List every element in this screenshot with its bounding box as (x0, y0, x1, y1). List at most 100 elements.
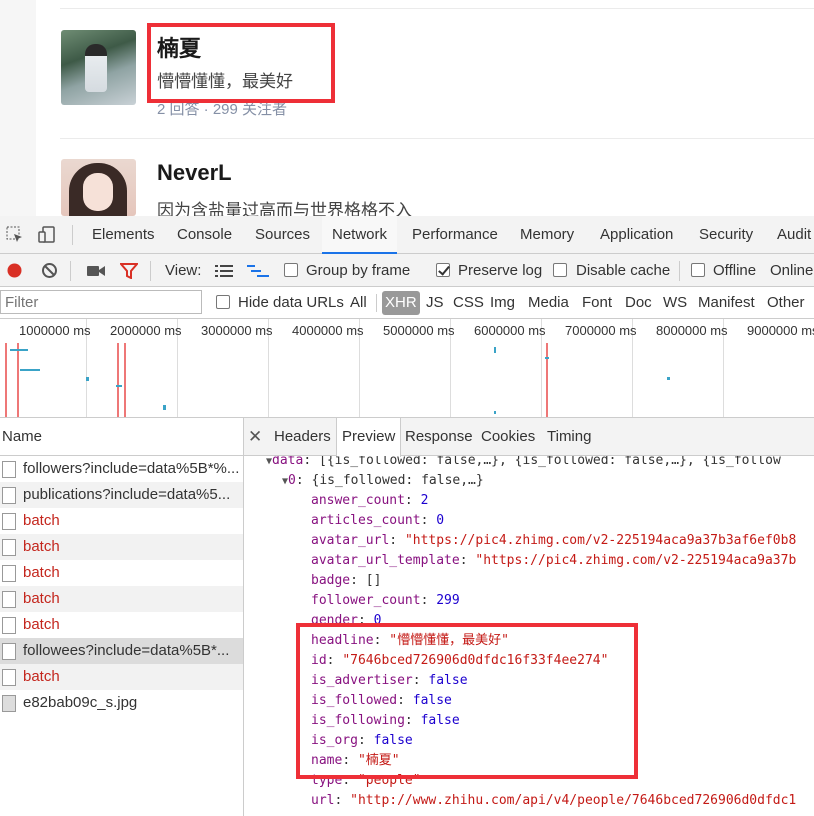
offline-checkbox[interactable] (691, 263, 705, 277)
request-name: batch (23, 564, 60, 581)
avatar[interactable] (61, 30, 136, 105)
request-row[interactable]: batch (0, 534, 243, 560)
device-toolbar-icon[interactable] (38, 226, 56, 244)
user-list-card (36, 0, 814, 216)
load-event-marker (546, 343, 548, 417)
inspect-element-icon[interactable] (6, 226, 24, 244)
hide-data-urls-checkbox[interactable] (216, 295, 230, 309)
request-row[interactable]: batch (0, 560, 243, 586)
tab-performance[interactable]: Performance (412, 216, 498, 254)
separator (679, 261, 680, 281)
request-name: e82bab09c_s.jpg (23, 694, 138, 711)
tab-timing[interactable]: Timing (547, 418, 591, 456)
waterfall-overview-icon[interactable] (247, 265, 269, 277)
json-row-data[interactable]: ▼data: [{is_followed: false,…}, {is_foll… (266, 456, 781, 471)
filter-type-font[interactable]: Font (582, 287, 612, 319)
tab-headers[interactable]: Headers (274, 418, 331, 456)
avatar-figure (85, 44, 107, 92)
tab-security[interactable]: Security (699, 216, 753, 254)
request-row[interactable]: followers?include=data%5B*%... (0, 456, 243, 482)
divider (60, 8, 814, 9)
name-column-header[interactable]: Name (0, 418, 243, 456)
offline-label: Offline (713, 262, 757, 279)
filter-type-doc[interactable]: Doc (625, 287, 652, 319)
timeline-tick-label: 6000000 ms (474, 323, 546, 338)
tab-console[interactable]: Console (177, 216, 232, 254)
json-row: follower_count: 299 (311, 593, 460, 608)
request-row[interactable]: batch (0, 612, 243, 638)
request-name: batch (23, 512, 60, 529)
user-name[interactable]: NeverL (157, 160, 232, 186)
request-bar (667, 377, 670, 380)
filter-type-manifest[interactable]: Manifest (698, 287, 755, 319)
request-row[interactable]: batch (0, 586, 243, 612)
filter-type-media[interactable]: Media (528, 287, 569, 319)
user-meta: 2 回答 · 299 关注者 (157, 101, 288, 118)
zhihu-page: 楠夏 懵懵懂懂，最美好 2 回答 · 299 关注者 NeverL 因为含盐量过… (0, 0, 814, 216)
tab-response[interactable]: Response (405, 418, 473, 456)
filter-type-xhr[interactable]: XHR (382, 291, 420, 315)
timeline-tick-label: 3000000 ms (201, 323, 273, 338)
filter-type-other[interactable]: Other (767, 287, 805, 319)
tab-preview[interactable]: Preview (336, 418, 402, 457)
filter-type-img[interactable]: Img (490, 287, 515, 319)
clear-icon[interactable] (41, 262, 58, 279)
json-row: headline: "懵懵懂懂，最美好" (311, 633, 509, 648)
tab-sources[interactable]: Sources (255, 216, 310, 254)
throttling-select[interactable]: Online (770, 254, 813, 287)
request-bar (494, 411, 496, 414)
request-row[interactable]: publications?include=data%5... (0, 482, 243, 508)
request-row-selected[interactable]: followees?include=data%5B*... (0, 638, 243, 664)
filter-type-ws[interactable]: WS (663, 287, 687, 319)
filter-type-css[interactable]: CSS (453, 287, 484, 319)
filter-type-js[interactable]: JS (426, 287, 444, 319)
timeline-tick-label: 1000000 ms (19, 323, 91, 338)
request-row[interactable]: e82bab09c_s.jpg (0, 690, 243, 716)
request-row[interactable]: batch (0, 664, 243, 690)
tab-elements[interactable]: Elements (92, 216, 155, 254)
screenshot-camera-icon[interactable] (87, 264, 105, 277)
preserve-log-checkbox[interactable] (436, 263, 450, 277)
file-icon (2, 539, 16, 556)
request-bar (545, 357, 549, 359)
request-list: Name followers?include=data%5B*%... publ… (0, 418, 244, 816)
request-detail-panel: ✕ Headers Preview Response Cookies Timin… (244, 418, 814, 816)
timeline-tick-label: 2000000 ms (110, 323, 182, 338)
avatar-face (83, 173, 113, 211)
tab-application[interactable]: Application (600, 216, 673, 254)
filter-type-all[interactable]: All (350, 287, 367, 319)
filter-icon[interactable] (120, 263, 138, 279)
json-row: is_following: false (311, 713, 460, 728)
json-row-item0[interactable]: ▼0: {is_followed: false,…} (282, 471, 484, 491)
separator (70, 261, 71, 281)
json-row: url: "http://www.zhihu.com/api/v4/people… (311, 793, 797, 808)
tab-memory[interactable]: Memory (520, 216, 574, 254)
large-rows-icon[interactable] (215, 265, 233, 277)
tab-cookies[interactable]: Cookies (481, 418, 535, 456)
devtools-panel: Elements Console Sources Network Perform… (0, 216, 814, 816)
network-overview-timeline[interactable]: 1000000 ms 2000000 ms 3000000 ms 4000000… (0, 319, 814, 418)
request-name: followers?include=data%5B*%... (23, 460, 240, 477)
tab-network[interactable]: Network (322, 216, 398, 254)
request-name: followees?include=data%5B*... (23, 642, 230, 659)
timeline-tick-label: 9000000 ms (747, 323, 814, 338)
close-icon[interactable]: ✕ (248, 418, 262, 456)
image-file-icon (2, 695, 16, 712)
detail-tabbar: ✕ Headers Preview Response Cookies Timin… (244, 418, 814, 457)
request-row[interactable]: batch (0, 508, 243, 534)
disable-cache-checkbox[interactable] (553, 263, 567, 277)
request-name: batch (23, 590, 60, 607)
group-by-frame-label: Group by frame (306, 262, 411, 279)
separator (376, 294, 377, 312)
json-row: articles_count: 0 (311, 513, 445, 528)
file-icon (2, 461, 16, 478)
group-by-frame-checkbox[interactable] (284, 263, 298, 277)
filter-input[interactable] (0, 290, 202, 314)
avatar[interactable] (61, 159, 136, 216)
preserve-log-label: Preserve log (458, 262, 543, 279)
user-headline: 因为含盐量过高而与世界格格不入 (157, 201, 412, 216)
tab-audits[interactable]: Audit (777, 216, 811, 254)
user-name[interactable]: 楠夏 (157, 31, 201, 63)
file-icon (2, 591, 16, 608)
record-icon[interactable] (6, 262, 23, 279)
